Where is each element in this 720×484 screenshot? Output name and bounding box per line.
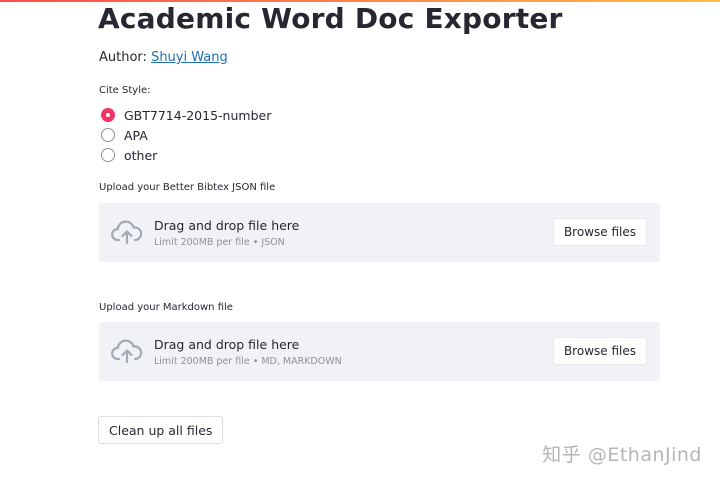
watermark-text: 知乎 @EthanJind <box>542 444 702 466</box>
cite-style-label: Cite Style: <box>99 85 151 96</box>
json-upload-label: Upload your Better Bibtex JSON file <box>99 182 276 193</box>
radio-label: other <box>124 147 158 163</box>
browse-files-button[interactable]: Browse files <box>552 337 647 365</box>
radio-option-gbt7714[interactable]: GBT7714-2015-number <box>101 106 271 124</box>
dropzone-instruction: Drag and drop file here <box>154 337 300 352</box>
page-title: Academic Word Doc Exporter <box>98 2 563 35</box>
markdown-upload-label: Upload your Markdown file <box>99 302 233 313</box>
radio-unselected-icon[interactable] <box>101 128 115 142</box>
json-dropzone[interactable]: Drag and drop file here Limit 200MB per … <box>99 203 660 262</box>
author-line: Author: Shuyi Wang <box>99 50 228 65</box>
author-prefix: Author: <box>99 50 152 65</box>
dropzone-limit: Limit 200MB per file • JSON <box>154 237 285 248</box>
radio-selected-icon[interactable] <box>101 108 115 122</box>
markdown-dropzone[interactable]: Drag and drop file here Limit 200MB per … <box>99 322 660 381</box>
dropzone-instruction: Drag and drop file here <box>154 218 300 233</box>
radio-label: APA <box>124 127 148 143</box>
radio-unselected-icon[interactable] <box>101 148 115 162</box>
author-link[interactable]: Shuyi Wang <box>151 50 228 65</box>
radio-option-other[interactable]: other <box>101 146 157 164</box>
cloud-upload-icon <box>111 339 143 364</box>
browse-files-button[interactable]: Browse files <box>552 218 647 246</box>
clean-up-all-files-button[interactable]: Clean up all files <box>98 416 224 444</box>
cloud-upload-icon <box>111 220 143 245</box>
radio-label: GBT7714-2015-number <box>124 107 272 123</box>
radio-option-apa[interactable]: APA <box>101 126 148 144</box>
dropzone-limit: Limit 200MB per file • MD, MARKDOWN <box>154 356 342 367</box>
